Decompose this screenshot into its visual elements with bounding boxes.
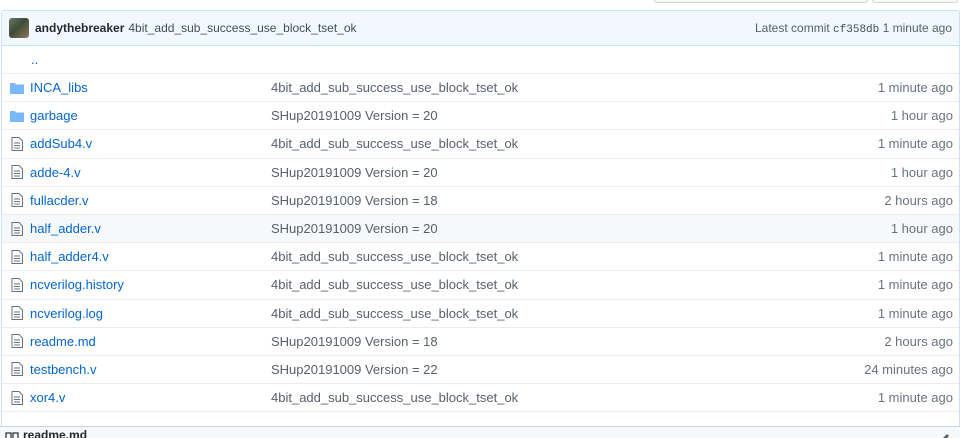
file-name-link[interactable]: half_adder4.v [30,249,109,264]
age-cell: 1 minute ago [877,80,953,96]
toolbar-button-partial-2[interactable] [872,0,958,3]
file-name-cell: adde-4.v [30,165,271,180]
file-name-link[interactable]: fullacder.v [30,193,89,208]
file-icon [2,165,30,180]
age-cell: 1 minute ago [877,305,953,321]
file-name-cell: readme.md [30,334,271,349]
age-cell: 1 hour ago [890,164,953,180]
file-row[interactable]: xor4.v 4bit_add_sub_success_use_block_tse… [2,384,959,413]
file-icon [2,277,30,292]
readme-title: readme.md [23,428,88,438]
avatar[interactable] [9,18,29,38]
readme-header: readme.md [0,426,960,438]
file-icon [2,249,30,264]
commit-meta: Latest commit cf358db 1 minute ago [755,21,952,36]
commit-message-cell[interactable]: SHup20191009 Version = 20 [271,221,813,236]
commit-age: 1 minute ago [882,20,952,35]
folder-icon [2,110,30,122]
file-name-link[interactable]: garbage [30,108,78,123]
commit-message-link[interactable]: 4bit_add_sub_success_use_block_tset_ok [128,21,356,35]
commit-message-cell[interactable]: 4bit_add_sub_success_use_block_tset_ok [271,80,813,95]
file-icon [2,390,30,405]
file-name-cell: addSub4.v [30,136,271,151]
latest-commit-bar: andythebreaker 4bit_add_sub_success_use_… [2,11,959,46]
folder-icon [2,82,30,94]
commit-message-cell[interactable]: 4bit_add_sub_success_use_block_tset_ok [271,136,813,151]
file-row[interactable]: garbage SHup20191009 Version = 20 1 hour a… [2,102,959,131]
file-icon [2,193,30,208]
file-icon [2,306,30,321]
file-row[interactable]: ncverilog.history 4bit_add_sub_success_us… [2,271,959,300]
commit-message-cell[interactable]: SHup20191009 Version = 20 [271,108,813,123]
file-name-cell: garbage [30,108,271,123]
parent-directory-row: .. [2,46,959,74]
age-cell: 1 hour ago [890,108,953,124]
pencil-icon[interactable] [940,430,950,438]
file-row[interactable]: half_adder.v SHup20191009 Version = 20 1 h… [2,214,959,244]
file-row[interactable]: testbench.v SHup20191009 Version = 22 24 m… [2,356,959,385]
age-cell: 1 minute ago [877,249,953,265]
file-name-link[interactable]: adde-4.v [30,165,81,180]
toolbar-button-partial[interactable] [654,0,868,3]
commit-message-cell[interactable]: SHup20191009 Version = 18 [271,334,813,349]
file-icon [2,136,30,151]
file-icon [2,334,30,349]
file-name-cell: ncverilog.history [30,277,271,292]
file-row[interactable]: fullacder.v SHup20191009 Version = 18 2 ho… [2,187,959,215]
file-row[interactable]: half_adder4.v 4bit_add_sub_success_use_bl… [2,243,959,272]
commit-message-cell[interactable]: SHup20191009 Version = 22 [271,362,813,377]
age-cell: 2 hours ago [884,333,953,349]
file-name-link[interactable]: addSub4.v [30,136,92,151]
file-icon [2,362,30,377]
file-rows: INCA_libs 4bit_add_sub_success_use_block_… [2,74,959,413]
file-name-cell: testbench.v [30,362,271,377]
commit-message-cell[interactable]: SHup20191009 Version = 18 [271,193,813,208]
commit-sha-link[interactable]: cf358db [833,24,879,36]
file-name-cell: ncverilog.log [30,306,271,321]
commit-message-cell[interactable]: 4bit_add_sub_success_use_block_tset_ok [271,277,813,292]
file-icon [2,221,30,236]
file-name-cell: half_adder.v [30,221,271,236]
file-name-cell: half_adder4.v [30,249,271,264]
file-row[interactable]: INCA_libs 4bit_add_sub_success_use_block_… [2,74,959,103]
age-cell: 1 hour ago [890,221,953,237]
latest-commit-label: Latest commit [755,20,830,35]
file-row[interactable]: addSub4.v 4bit_add_sub_success_use_block_… [2,130,959,159]
file-name-link[interactable]: testbench.v [30,362,97,377]
commit-message-cell[interactable]: 4bit_add_sub_success_use_block_tset_ok [271,249,813,264]
file-row[interactable]: ncverilog.log 4bit_add_sub_success_use_bl… [2,300,959,328]
age-cell: 1 minute ago [877,390,953,406]
age-cell: 1 minute ago [877,136,953,152]
commit-author-link[interactable]: andythebreaker [35,21,124,35]
file-name-cell: fullacder.v [30,193,271,208]
repository-file-browser: andythebreaker 4bit_add_sub_success_use_… [0,0,960,438]
commit-message-cell[interactable]: SHup20191009 Version = 20 [271,165,813,180]
age-cell: 1 minute ago [877,277,953,293]
file-name-link[interactable]: readme.md [30,334,96,349]
file-name-link[interactable]: ncverilog.history [30,277,124,292]
age-cell: 24 minutes ago [864,361,953,377]
age-cell: 2 hours ago [884,192,953,208]
file-name-link[interactable]: ncverilog.log [30,306,103,321]
file-name-link[interactable]: xor4.v [30,390,65,405]
file-list-box: andythebreaker 4bit_add_sub_success_use_… [1,10,960,438]
parent-directory-link[interactable]: .. [31,52,38,67]
file-name-link[interactable]: half_adder.v [30,221,101,236]
file-row[interactable]: adde-4.v SHup20191009 Version = 20 1 hour … [2,159,959,187]
top-toolbar-edge [0,0,960,10]
commit-message-cell[interactable]: 4bit_add_sub_success_use_block_tset_ok [271,390,813,405]
file-name-cell: INCA_libs [30,80,271,95]
file-row[interactable]: readme.md SHup20191009 Version = 18 2 hour… [2,328,959,356]
file-name-cell: xor4.v [30,390,271,405]
commit-message-cell[interactable]: 4bit_add_sub_success_use_block_tset_ok [271,306,813,321]
file-name-link[interactable]: INCA_libs [30,80,88,95]
book-icon [5,431,19,438]
